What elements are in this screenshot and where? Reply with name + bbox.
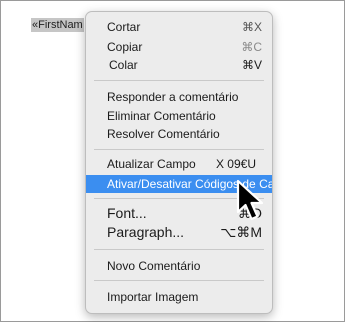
merge-field[interactable]: «FirstNam [31, 18, 84, 32]
menu-item-cut[interactable]: Cortar ⌘X [86, 18, 272, 36]
menu-separator [94, 249, 264, 250]
menu-item-shortcut: ⌘X [241, 20, 262, 34]
menu-item-new-comment[interactable]: Novo Comentário [86, 257, 272, 275]
menu-item-label: Font... [107, 205, 147, 221]
menu-separator [94, 149, 264, 150]
menu-item-label: Eliminar Comentário [107, 109, 216, 123]
menu-item-paste[interactable]: Colar ⌘V [86, 56, 272, 74]
menu-item-shortcut: X 09€U [215, 157, 256, 171]
menu-item-update-field[interactable]: Atualizar Campo X 09€U [86, 155, 272, 173]
menu-item-label: Responder a comentário [107, 90, 239, 104]
menu-separator [94, 80, 264, 81]
menu-item-label: Paragraph... [107, 224, 185, 240]
menu-item-label: Resolver Comentário [107, 127, 220, 141]
menu-item-shortcut: ⌥⌘M [220, 224, 262, 240]
menu-item-label: Atualizar Campo [107, 157, 196, 171]
mouse-pointer-icon [236, 179, 264, 221]
menu-item-label: Novo Comentário [107, 259, 201, 273]
menu-separator [94, 280, 264, 281]
menu-item-shortcut: ⌘V [241, 58, 262, 72]
menu-item-copy[interactable]: Copiar ⌘C [86, 38, 272, 56]
menu-item-paragraph[interactable]: Paragraph... ⌥⌘M [86, 222, 272, 242]
menu-item-import-image[interactable]: Importar Imagem [86, 288, 272, 306]
menu-item-label: Importar Imagem [107, 290, 199, 304]
menu-item-reply-comment[interactable]: Responder a comentário [86, 88, 272, 106]
menu-item-label: Cortar [107, 20, 141, 34]
menu-item-label: Colar [109, 58, 138, 72]
menu-item-shortcut: ⌘C [241, 40, 262, 54]
context-menu: Cortar ⌘X Copiar ⌘C Colar ⌘V Responder a… [85, 11, 273, 314]
menu-item-resolve-comment[interactable]: Resolver Comentário [86, 125, 272, 143]
menu-item-delete-comment[interactable]: Eliminar Comentário [86, 107, 272, 125]
menu-item-label: Copiar [107, 40, 143, 54]
